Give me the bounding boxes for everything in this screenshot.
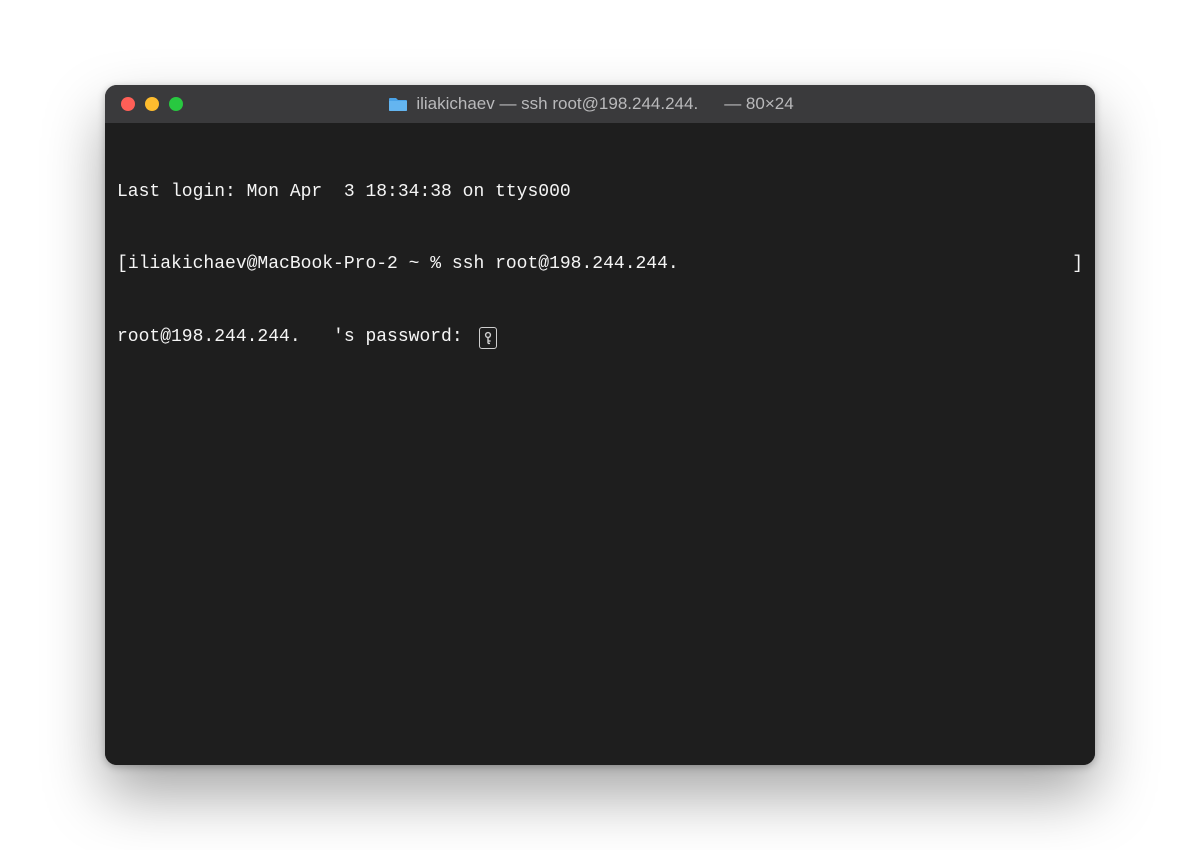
key-icon: [479, 327, 497, 349]
folder-icon: [388, 96, 408, 112]
titlebar[interactable]: iliakichaev — ssh root@198.244.244. — 80…: [105, 85, 1095, 123]
terminal-line-prompt: [iliakichaev@MacBook-Pro-2 ~ % ssh root@…: [117, 252, 1083, 276]
minimize-button[interactable]: [145, 97, 159, 111]
terminal-line-password: root@198.244.244. 's password:: [117, 325, 1083, 349]
terminal-window: iliakichaev — ssh root@198.244.244. — 80…: [105, 85, 1095, 765]
maximize-button[interactable]: [169, 97, 183, 111]
close-button[interactable]: [121, 97, 135, 111]
traffic-lights: [121, 97, 183, 111]
prompt-text: iliakichaev@MacBook-Pro-2 ~ % ssh root@1…: [128, 252, 679, 276]
prompt-open-bracket: [: [117, 252, 128, 276]
password-prompt-text: root@198.244.244. 's password:: [117, 325, 473, 349]
window-title-dimensions: — 80×24: [724, 94, 793, 114]
window-title-text: iliakichaev — ssh root@198.244.244.: [416, 94, 698, 114]
terminal-line-last-login: Last login: Mon Apr 3 18:34:38 on ttys00…: [117, 180, 1083, 204]
window-title: iliakichaev — ssh root@198.244.244. — 80…: [105, 94, 1095, 114]
prompt-close-bracket: ]: [1072, 252, 1083, 276]
terminal-body[interactable]: Last login: Mon Apr 3 18:34:38 on ttys00…: [105, 123, 1095, 765]
